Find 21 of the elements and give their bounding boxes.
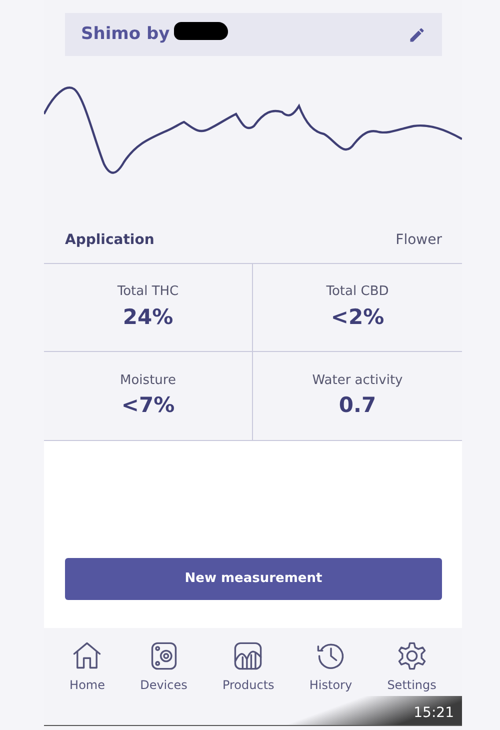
nav-tab[interactable]: History bbox=[309, 640, 352, 692]
application-label: Application bbox=[65, 231, 154, 250]
metric-label: Total CBD bbox=[326, 283, 389, 301]
nav-tab[interactable]: Devices bbox=[140, 640, 188, 692]
edit-icon[interactable] bbox=[408, 26, 426, 44]
nav-tab[interactable]: Products bbox=[222, 640, 274, 692]
metric-value: <2% bbox=[330, 304, 384, 330]
clock-time: 15:21 bbox=[414, 704, 454, 723]
settings-icon bbox=[396, 640, 428, 672]
application-value: Flower bbox=[396, 231, 442, 250]
metric-value: 24% bbox=[122, 304, 174, 330]
metric-value: <7% bbox=[121, 392, 175, 419]
chart-icon bbox=[232, 640, 264, 672]
metric-value: 0.7 bbox=[338, 392, 376, 419]
nav-tab[interactable]: Home bbox=[70, 640, 105, 692]
nav-tab[interactable]: Settings bbox=[387, 640, 436, 692]
metric-label: Moisture bbox=[120, 372, 176, 390]
metric-label: Water activity bbox=[312, 372, 403, 390]
device-title: Shimo by bbox=[81, 22, 170, 46]
metric-label: Total THC bbox=[117, 283, 179, 301]
new-measurement-button[interactable]: New measurement bbox=[65, 558, 442, 600]
